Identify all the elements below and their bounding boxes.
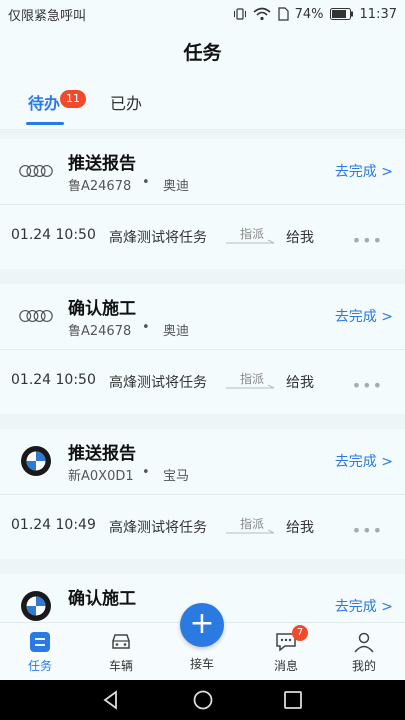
sim-icon <box>278 7 289 21</box>
tab-done[interactable]: 已办 <box>110 90 142 114</box>
assign-arrow: 指派 <box>226 515 276 537</box>
arrow-right-icon <box>226 529 275 534</box>
nav-tasks[interactable]: 任务 <box>10 629 70 674</box>
task-title: 确认施工 <box>68 299 136 319</box>
task-card: 推送报告 新A0X0D1 • 宝马 去完成 > 01.24 10:49 高烽测试… <box>0 429 405 559</box>
status-time: 11:37 <box>359 6 397 22</box>
more-options-icon[interactable]: ••• <box>352 376 383 395</box>
more-options-icon[interactable]: ••• <box>352 521 383 540</box>
bmw-logo-icon <box>18 443 54 479</box>
recents-icon[interactable] <box>282 689 304 711</box>
tab-active-indicator <box>26 122 64 125</box>
nav-label: 消息 <box>273 659 298 673</box>
task-title: 确认施工 <box>68 589 136 609</box>
page-title: 任务 <box>0 28 405 74</box>
audi-logo-icon <box>18 298 54 334</box>
assign-arrow: 指派 <box>226 225 276 247</box>
task-header: 推送报告 鲁A24678 • 奥迪 去完成 > <box>0 139 405 204</box>
user-icon <box>351 629 377 655</box>
task-assign-row: 01.24 10:50 高烽测试将任务 指派 给我 ••• <box>0 205 405 269</box>
separator-dot: • <box>142 320 150 335</box>
assign-arrow: 指派 <box>226 370 276 392</box>
task-card: 确认施工 鲁A24678 • 奥迪 去完成 > 01.24 10:50 高烽测试… <box>0 284 405 414</box>
back-icon[interactable] <box>100 689 122 711</box>
nav-label: 我的 <box>351 659 376 673</box>
assigner-text: 高烽测试将任务 <box>109 375 207 391</box>
task-card: 推送报告 鲁A24678 • 奥迪 去完成 > 01.24 10:50 高烽测试… <box>0 139 405 269</box>
assigner-text: 高烽测试将任务 <box>109 230 207 246</box>
task-header: 确认施工 鲁A24678 • 奥迪 去完成 > <box>0 284 405 349</box>
status-bar: 仅限紧急呼叫 74% 11:37 <box>0 0 405 28</box>
license-plate: 新A0X0D1 <box>68 469 134 484</box>
go-complete-link[interactable]: 去完成 > <box>335 161 393 181</box>
task-assign-row: 01.24 10:50 高烽测试将任务 指派 给我 ••• <box>0 350 405 414</box>
task-time: 01.24 10:50 <box>11 227 96 243</box>
message-count-badge: 7 <box>292 625 308 641</box>
nav-label: 任务 <box>27 659 52 673</box>
task-time: 01.24 10:50 <box>11 372 96 388</box>
license-plate: 鲁A24678 <box>68 179 132 194</box>
go-complete-link[interactable]: 去完成 > <box>335 306 393 326</box>
assignee-text: 给我 <box>286 230 314 246</box>
bmw-logo-icon <box>18 588 54 622</box>
system-nav-bar <box>0 680 405 720</box>
nav-profile[interactable]: 我的 <box>334 629 394 674</box>
car-brand: 奥迪 <box>163 179 190 194</box>
separator-dot: • <box>142 465 150 480</box>
go-complete-link[interactable]: 去完成 > <box>335 596 393 616</box>
assignee-text: 给我 <box>286 520 314 536</box>
car-brand: 宝马 <box>163 469 190 484</box>
assignee-text: 给我 <box>286 375 314 391</box>
status-emergency-text: 仅限紧急呼叫 <box>8 8 87 24</box>
task-title: 推送报告 <box>68 444 136 464</box>
task-header: 推送报告 新A0X0D1 • 宝马 去完成 > <box>0 429 405 494</box>
tab-bar: 待办 11 已办 <box>0 74 405 130</box>
task-assign-row: 01.24 10:49 高烽测试将任务 指派 给我 ••• <box>0 495 405 559</box>
car-brand: 奥迪 <box>163 324 190 339</box>
task-time: 01.24 10:49 <box>11 517 96 533</box>
todo-count-badge: 11 <box>60 90 86 108</box>
nav-label: 车辆 <box>108 659 133 673</box>
wifi-icon <box>253 7 271 21</box>
bottom-nav: 任务 车辆 + 接车 消息 7 我的 <box>0 603 405 680</box>
go-complete-link[interactable]: 去完成 > <box>335 451 393 471</box>
tab-todo[interactable]: 待办 <box>28 90 60 114</box>
battery-percent: 74% <box>294 6 324 22</box>
separator-dot: • <box>142 175 150 190</box>
vibrate-icon <box>233 8 246 20</box>
arrow-right-icon <box>226 239 275 244</box>
battery-icon <box>329 8 353 20</box>
nav-vehicles[interactable]: 车辆 <box>91 629 151 674</box>
nav-label: 接车 <box>189 657 214 671</box>
home-icon[interactable] <box>192 689 214 711</box>
plus-icon[interactable]: + <box>180 603 224 647</box>
more-options-icon[interactable]: ••• <box>352 231 383 250</box>
nav-pickup[interactable]: 接车 <box>172 655 232 672</box>
task-icon <box>27 629 53 655</box>
car-icon <box>108 629 134 655</box>
audi-logo-icon <box>18 153 54 189</box>
task-title: 推送报告 <box>68 154 136 174</box>
assigner-text: 高烽测试将任务 <box>109 520 207 536</box>
license-plate: 鲁A24678 <box>68 324 132 339</box>
arrow-right-icon <box>226 384 275 389</box>
